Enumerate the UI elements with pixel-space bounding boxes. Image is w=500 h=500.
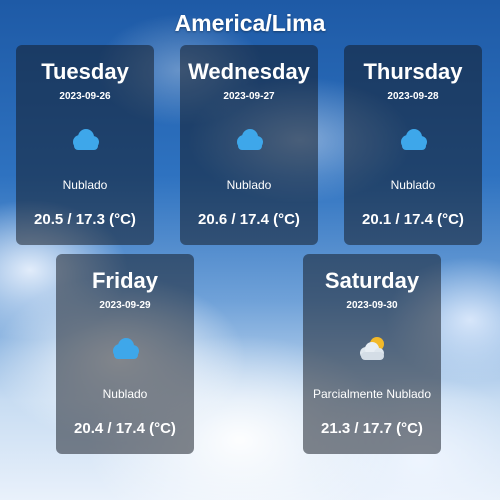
temperature-range: 21.3 / 17.7 (°C)	[321, 420, 423, 437]
forecast-card-wednesday: Wednesday 2023-09-27 Nublado 20.6 / 17.4…	[180, 45, 318, 245]
forecast-card-friday: Friday 2023-09-29 Nublado 20.4 / 17.4 (°…	[56, 254, 194, 454]
day-name: Saturday	[324, 268, 420, 293]
cloudy-icon	[401, 129, 427, 150]
temperature-range: 20.5 / 17.3 (°C)	[34, 211, 136, 228]
forecast-card-thursday: Thursday 2023-09-28 Nublado 20.1 / 17.4 …	[344, 45, 482, 245]
condition-label: Nublado	[62, 178, 108, 192]
forecast-date: 2023-09-26	[59, 91, 111, 102]
location-title: America/Lima	[174, 10, 326, 36]
forecast-date: 2023-09-28	[387, 91, 439, 102]
forecast-date: 2023-09-29	[99, 300, 151, 311]
forecast-date: 2023-09-27	[223, 91, 275, 102]
condition-label: Nublado	[102, 387, 148, 401]
temperature-range: 20.6 / 17.4 (°C)	[198, 211, 300, 228]
day-name: Tuesday	[41, 59, 129, 84]
temperature-range: 20.4 / 17.4 (°C)	[74, 420, 176, 437]
temperature-range: 20.1 / 17.4 (°C)	[362, 211, 464, 228]
day-name: Friday	[91, 268, 159, 293]
day-name: Thursday	[363, 59, 463, 84]
forecast-card-saturday: Saturday 2023-09-30 Parcialmente Nublado…	[303, 254, 441, 454]
cloudy-icon	[237, 129, 263, 150]
partly-cloudy-icon	[360, 337, 384, 360]
condition-label: Nublado	[226, 178, 272, 192]
day-name: Wednesday	[188, 59, 310, 84]
forecast-date: 2023-09-30	[346, 300, 398, 311]
cloudy-icon	[113, 338, 139, 359]
condition-label: Parcialmente Nublado	[312, 387, 432, 401]
condition-label: Nublado	[390, 178, 436, 192]
cloudy-icon	[73, 129, 99, 150]
forecast-card-tuesday: Tuesday 2023-09-26 Nublado 20.5 / 17.3 (…	[16, 45, 154, 245]
